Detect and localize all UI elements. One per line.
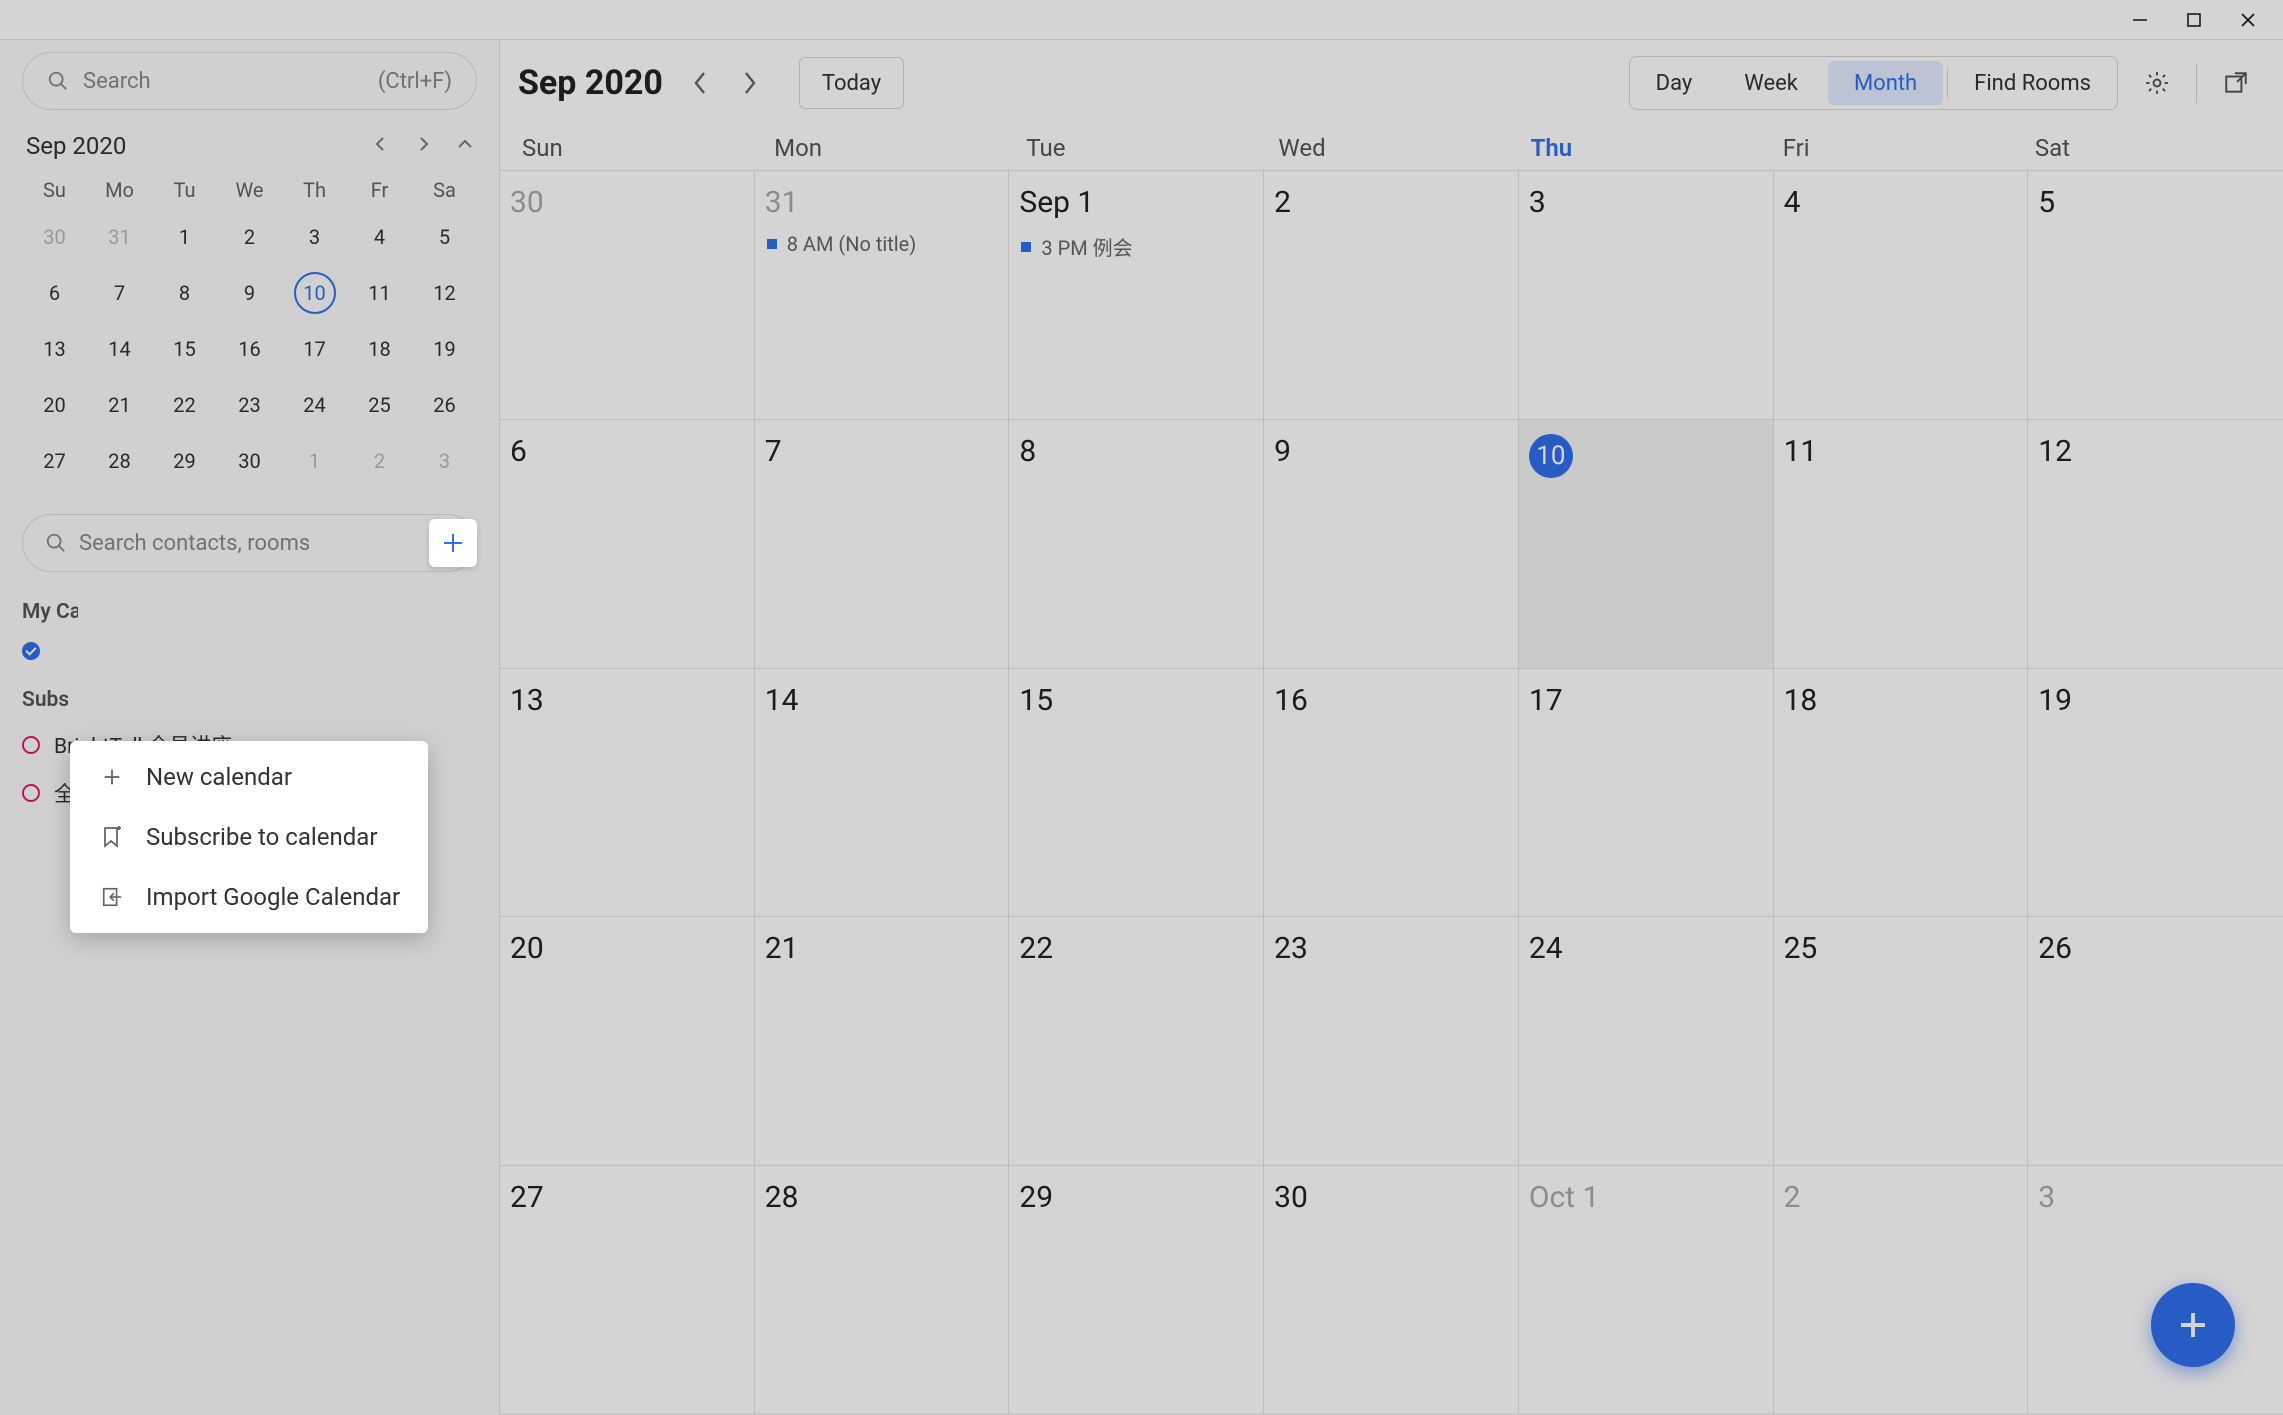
bookmark-plus-icon bbox=[98, 825, 126, 849]
popup-new-calendar[interactable]: New calendar bbox=[70, 747, 428, 807]
modal-overlay[interactable] bbox=[0, 0, 2283, 1415]
add-calendar-popup: New calendar Subscribe to calendar Impor… bbox=[70, 741, 428, 933]
plus-icon bbox=[98, 766, 126, 788]
popup-import-google-calendar[interactable]: Import Google Calendar bbox=[70, 867, 428, 927]
add-calendar-button[interactable] bbox=[429, 519, 477, 567]
popup-subscribe-calendar[interactable]: Subscribe to calendar bbox=[70, 807, 428, 867]
plus-icon bbox=[441, 531, 465, 555]
import-icon bbox=[98, 886, 126, 908]
